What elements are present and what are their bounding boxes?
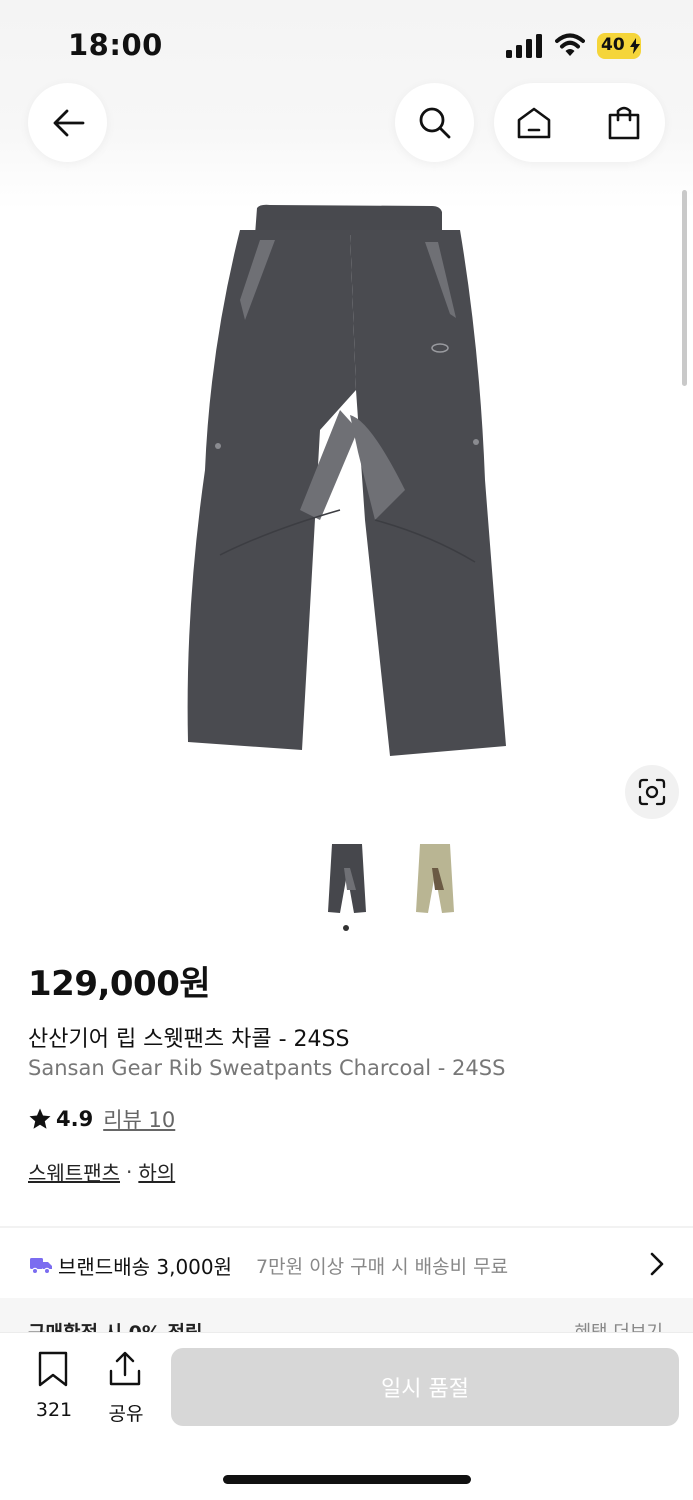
home-indicator: [223, 1475, 471, 1484]
home-cart-group: [494, 83, 665, 162]
battery-level: 40: [601, 35, 625, 55]
category-separator: ·: [126, 1159, 133, 1184]
rating-row: 4.9 리뷰 10: [28, 1104, 175, 1134]
category-breadcrumb: 스웨트팬츠 · 하의: [28, 1157, 175, 1186]
share-button[interactable]: 공유: [100, 1351, 152, 1425]
search-button[interactable]: [395, 83, 474, 162]
bookmark-count: 321: [35, 1399, 73, 1421]
rating-value: 4.9: [56, 1107, 94, 1131]
charging-bolt-icon: [630, 38, 640, 54]
shopping-bag-icon: [608, 106, 640, 139]
bookmark-icon: [38, 1351, 68, 1387]
home-icon: [517, 107, 551, 138]
bottom-action-bar: 321 공유 일시 품절: [0, 1332, 693, 1500]
lens-scan-icon: [638, 778, 666, 806]
color-thumbnail-charcoal[interactable]: [320, 840, 374, 916]
product-image[interactable]: [170, 190, 520, 770]
category-link-sweatpants[interactable]: 스웨트팬츠: [28, 1157, 120, 1186]
category-link-bottoms[interactable]: 하의: [138, 1157, 175, 1186]
benefit-band[interactable]: 구매확정 시 0% 적립 혜택 더보기: [0, 1298, 693, 1334]
section-divider: [0, 1226, 693, 1228]
scroll-indicator[interactable]: [682, 190, 687, 386]
chevron-right-icon: [650, 1252, 664, 1276]
soldout-button[interactable]: 일시 품절: [171, 1348, 679, 1426]
color-thumbnail-beige[interactable]: [408, 840, 462, 916]
home-button[interactable]: [494, 83, 574, 162]
shipping-info-row[interactable]: 브랜드배송 3,000원 7만원 이상 구매 시 배송비 무료: [0, 1232, 693, 1296]
status-bar: 18:00 40: [0, 0, 693, 90]
battery-indicator: 40: [597, 33, 645, 59]
bookmark-button[interactable]: 321: [28, 1351, 80, 1421]
wifi-icon: [555, 33, 585, 56]
product-name-korean: 산산기어 립 스웻팬츠 차콜 - 24SS: [28, 1027, 350, 1052]
product-price: 129,000원: [28, 964, 211, 1004]
status-time: 18:00: [68, 28, 163, 62]
cellular-signal-icon: [506, 34, 542, 58]
shipping-label: 브랜드배송 3,000원: [58, 1255, 233, 1279]
review-link[interactable]: 리뷰 10: [103, 1104, 175, 1134]
back-arrow-icon: [53, 109, 84, 136]
share-icon: [109, 1351, 141, 1386]
image-search-button[interactable]: [625, 765, 679, 819]
back-button[interactable]: [28, 83, 107, 162]
product-name-english: Sansan Gear Rib Sweatpants Charcoal - 24…: [28, 1056, 506, 1080]
cart-button[interactable]: [584, 83, 664, 162]
star-icon: [29, 1108, 51, 1129]
share-label: 공유: [108, 1403, 144, 1425]
image-pager-dot: [343, 925, 349, 931]
truck-icon: [30, 1258, 52, 1274]
shipping-free-note: 7만원 이상 구매 시 배송비 무료: [256, 1256, 509, 1278]
search-icon: [419, 107, 450, 138]
